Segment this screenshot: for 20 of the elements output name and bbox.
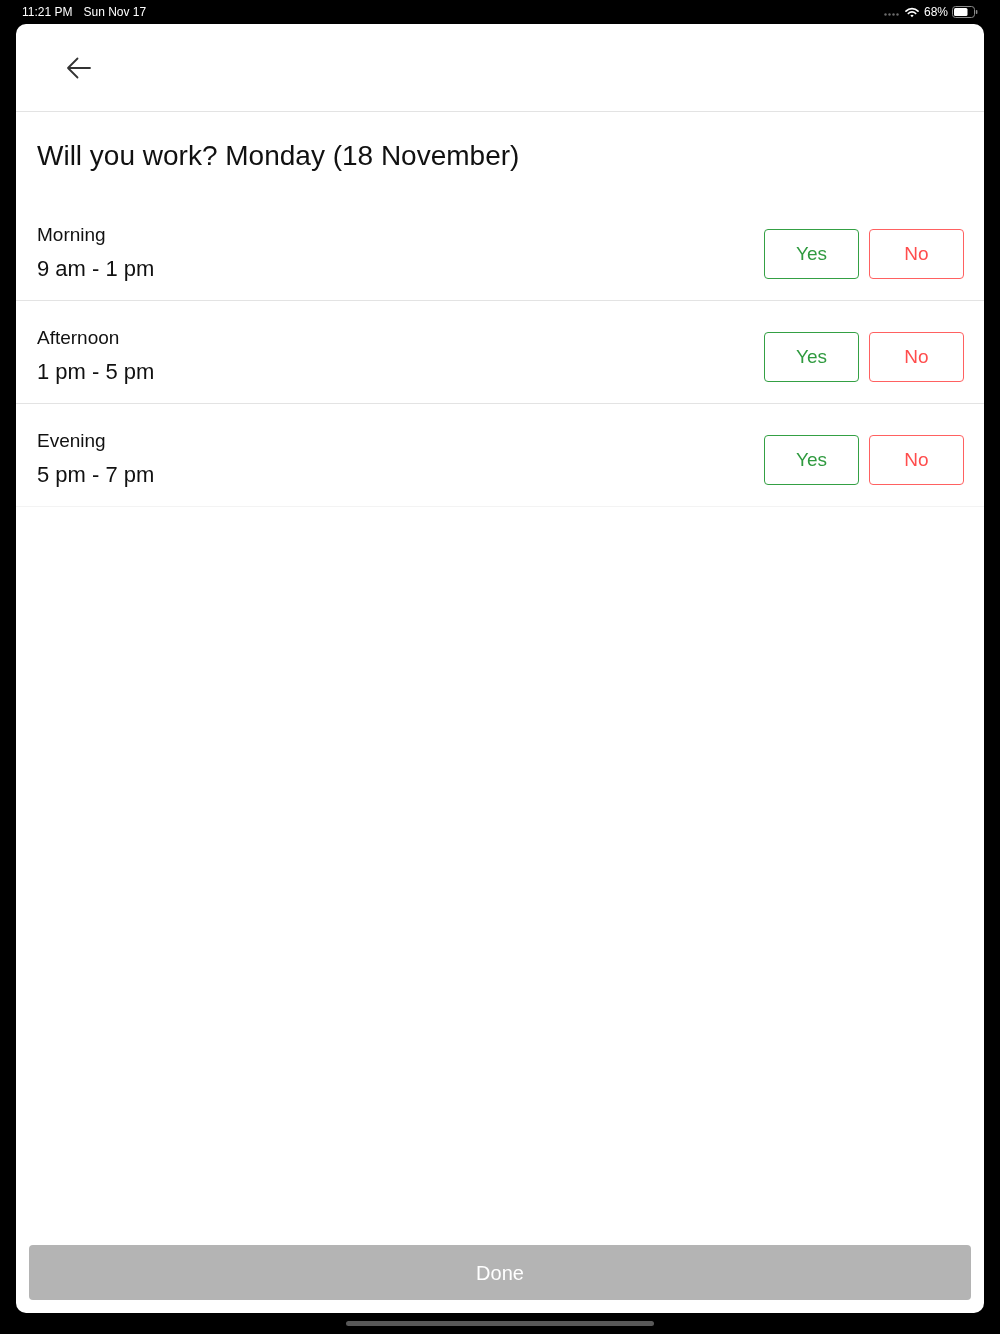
battery-icon: [952, 6, 978, 18]
page-title: Will you work? Monday (18 November): [37, 139, 520, 173]
cellular-signal-icon: [883, 13, 900, 16]
no-button[interactable]: No: [869, 229, 964, 279]
status-time: 11:21 PM: [22, 4, 73, 21]
no-button[interactable]: No: [869, 332, 964, 382]
shift-hours: 1 pm - 5 pm: [37, 358, 155, 386]
yes-button[interactable]: Yes: [764, 435, 859, 485]
wifi-icon: [904, 6, 919, 18]
status-date: Sun Nov 17: [83, 4, 147, 21]
yes-button[interactable]: Yes: [764, 229, 859, 279]
shift-hours: 9 am - 1 pm: [37, 255, 155, 283]
back-arrow-icon: [65, 56, 91, 79]
yes-button[interactable]: Yes: [764, 332, 859, 382]
shift-name: Afternoon: [37, 326, 120, 350]
battery-percentage: 68%: [923, 4, 948, 21]
shift-hours: 5 pm - 7 pm: [37, 461, 155, 489]
shift-name: Morning: [37, 223, 106, 247]
no-button[interactable]: No: [869, 435, 964, 485]
shift-name: Evening: [37, 429, 106, 453]
